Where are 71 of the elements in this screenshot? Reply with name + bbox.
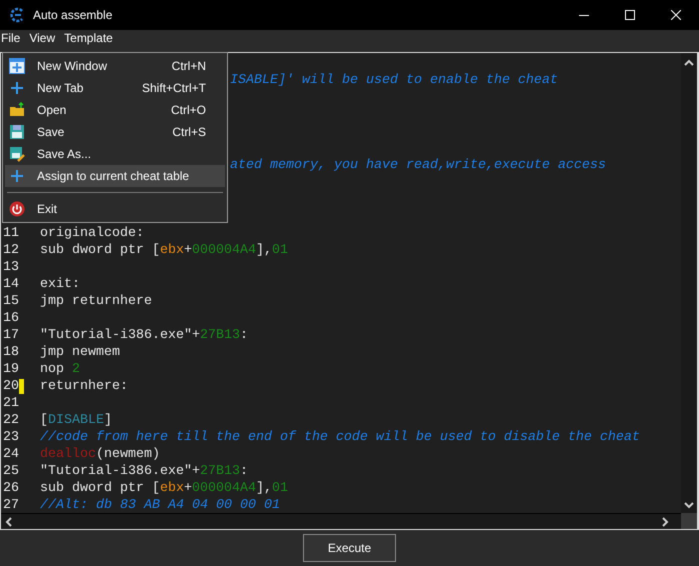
plus-icon bbox=[9, 168, 25, 184]
code-line: ISABLE]' will be used to enable the cheat bbox=[230, 73, 558, 88]
line-number: 16 bbox=[3, 311, 19, 326]
menu-label: New Tab bbox=[37, 81, 84, 95]
code-line: dealloc(newmem) bbox=[40, 447, 160, 462]
close-icon[interactable] bbox=[671, 10, 681, 20]
scroll-down-icon[interactable] bbox=[684, 501, 694, 509]
scrollbar-corner bbox=[681, 513, 697, 529]
line-number: 13 bbox=[3, 260, 19, 275]
code-line: "Tutorial-i386.exe"+27B13: bbox=[40, 464, 248, 479]
line-number: 12 bbox=[3, 243, 19, 258]
maximize-icon[interactable] bbox=[625, 10, 635, 20]
code-line: ated memory, you have read,write,execute access bbox=[230, 158, 606, 173]
window-title: Auto assemble bbox=[33, 8, 114, 22]
menu-item[interactable]: File bbox=[0, 31, 24, 45]
menu-entry[interactable]: Save Ctrl+S bbox=[5, 121, 225, 143]
menu-shortcut: Ctrl+O bbox=[170, 103, 206, 117]
menu-entry[interactable]: Exit bbox=[5, 198, 225, 220]
folder-icon bbox=[9, 102, 25, 118]
line-number: 22 bbox=[3, 413, 19, 428]
menu-label: New Window bbox=[37, 59, 108, 73]
app-logo-icon bbox=[9, 7, 25, 23]
code-line: jmp newmem bbox=[40, 345, 120, 360]
menu-entry[interactable]: New Window Ctrl+N bbox=[5, 55, 225, 77]
menu-label: Assign to current cheat table bbox=[37, 169, 190, 183]
menu-label: Open bbox=[37, 103, 68, 117]
code-line: jmp returnhere bbox=[40, 294, 152, 309]
line-number: 25 bbox=[3, 464, 19, 479]
menu-label: Exit bbox=[37, 202, 58, 216]
line-number: 18 bbox=[3, 345, 19, 360]
menu-entry[interactable]: Open Ctrl+O bbox=[5, 99, 225, 121]
execute-button[interactable]: Execute bbox=[303, 534, 396, 562]
menu-entry[interactable]: Assign to current cheat table bbox=[5, 165, 225, 187]
line-number: 23 bbox=[3, 430, 19, 445]
code-line: originalcode: bbox=[40, 226, 144, 241]
menu-entry[interactable]: New Tab Shift+Ctrl+T bbox=[5, 77, 225, 99]
menu-shortcut: Ctrl+S bbox=[172, 125, 206, 139]
new-window-icon bbox=[9, 58, 25, 74]
line-number: 17 bbox=[3, 328, 19, 343]
line-number: 11 bbox=[3, 226, 19, 241]
menu-label: Save As... bbox=[37, 147, 92, 161]
plus-icon bbox=[9, 80, 25, 96]
line-number: 20 bbox=[3, 379, 19, 394]
line-number: 15 bbox=[3, 294, 19, 309]
line-number: 27 bbox=[3, 498, 19, 513]
code-line: sub dword ptr [ebx+000004A4],01 bbox=[40, 243, 288, 258]
menu-entry[interactable]: Save As... bbox=[5, 143, 225, 165]
floppy-pencil-icon bbox=[9, 146, 25, 162]
menu-item[interactable]: Template bbox=[63, 31, 117, 45]
code-line: //Alt: db 83 AB A4 04 00 00 01 bbox=[40, 498, 280, 513]
code-line: sub dword ptr [ebx+000004A4],01 bbox=[40, 481, 288, 496]
scroll-right-icon[interactable] bbox=[661, 516, 669, 526]
line-number: 21 bbox=[3, 396, 19, 411]
power-icon bbox=[9, 201, 25, 217]
horizontal-scrollbar[interactable] bbox=[1, 513, 681, 529]
code-line: returnhere: bbox=[40, 379, 128, 394]
menu-label: Save bbox=[37, 125, 66, 139]
line-number: 26 bbox=[3, 481, 19, 496]
line-number: 24 bbox=[3, 447, 19, 462]
menu-shortcut: Ctrl+N bbox=[172, 59, 206, 73]
code-line: nop 2 bbox=[40, 362, 80, 377]
code-line: "Tutorial-i386.exe"+27B13: bbox=[40, 328, 248, 343]
code-line: [DISABLE] bbox=[40, 413, 112, 428]
line-number: 14 bbox=[3, 277, 19, 292]
scroll-left-icon[interactable] bbox=[5, 516, 13, 526]
code-line: //code from here till the end of the code will be used to disable the cheat bbox=[40, 430, 640, 445]
menu-item[interactable]: View bbox=[28, 31, 60, 45]
code-line: exit: bbox=[40, 277, 80, 292]
line-number: 19 bbox=[3, 362, 19, 377]
scroll-up-icon[interactable] bbox=[684, 59, 694, 67]
menu-shortcut: Shift+Ctrl+T bbox=[142, 81, 206, 95]
